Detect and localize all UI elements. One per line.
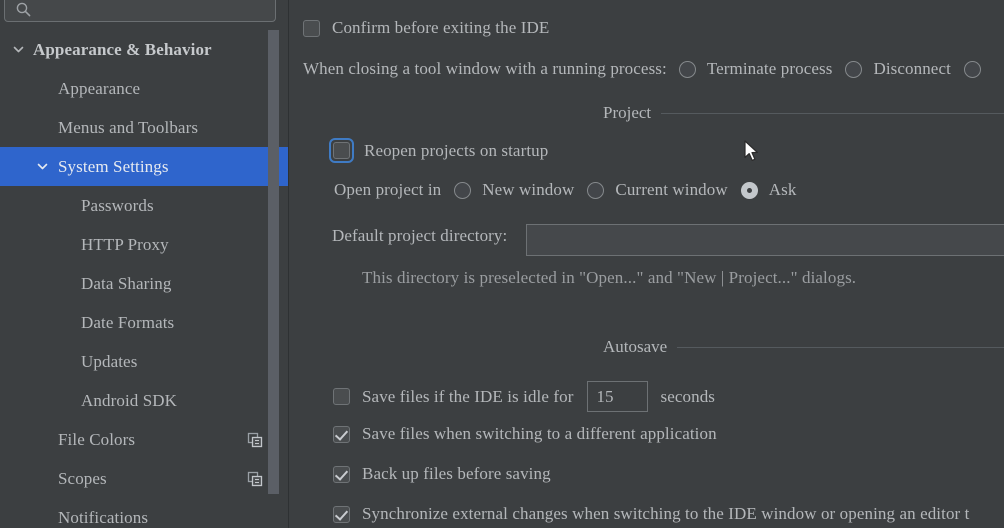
confirm-exit-checkbox[interactable] bbox=[303, 19, 320, 37]
current-window-label: Current window bbox=[615, 180, 728, 199]
terminate-process-radio[interactable] bbox=[678, 60, 696, 78]
section-rule bbox=[677, 346, 1004, 348]
sidebar-item-notifications[interactable]: Notifications bbox=[0, 498, 289, 528]
sidebar-item-system-settings[interactable]: System Settings bbox=[0, 147, 289, 186]
search-input[interactable] bbox=[39, 2, 269, 22]
save-on-switch-checkbox[interactable] bbox=[333, 425, 350, 443]
sidebar-item-label: HTTP Proxy bbox=[81, 234, 169, 254]
default-directory-label: Default project directory: bbox=[332, 226, 508, 245]
confirm-exit-row[interactable]: Confirm before exiting the IDE bbox=[303, 18, 549, 38]
sidebar-item-label: Data Sharing bbox=[81, 273, 172, 293]
settings-main-panel: Confirm before exiting the IDE When clos… bbox=[289, 0, 1004, 528]
idle-save-checkbox[interactable] bbox=[333, 388, 350, 405]
settings-tree: Appearance & Behavior Appearance Menus a… bbox=[0, 30, 289, 528]
settings-dialog: Appearance & Behavior Appearance Menus a… bbox=[0, 0, 1004, 528]
closing-tool-window-label: When closing a tool window with a runnin… bbox=[303, 59, 667, 78]
save-on-switch-label: Save files when switching to a different… bbox=[362, 424, 717, 443]
sidebar-item-menus-and-toolbars[interactable]: Menus and Toolbars bbox=[0, 108, 289, 147]
sidebar-item-label: Scopes bbox=[58, 468, 107, 488]
sidebar-item-android-sdk[interactable]: Android SDK bbox=[0, 381, 289, 420]
reopen-projects-checkbox[interactable] bbox=[333, 142, 350, 159]
sidebar-item-label: Appearance & Behavior bbox=[33, 39, 212, 59]
autosave-section-header: Autosave bbox=[603, 337, 1004, 357]
duplicate-icon[interactable] bbox=[247, 432, 263, 448]
section-rule bbox=[661, 112, 1004, 114]
mouse-cursor bbox=[744, 140, 760, 163]
ask-label: Ask bbox=[768, 180, 797, 199]
sync-external-changes-row[interactable]: Synchronize external changes when switch… bbox=[333, 504, 970, 524]
default-directory-hint-row: This directory is preselected in "Open..… bbox=[362, 268, 856, 288]
settings-sidebar: Appearance & Behavior Appearance Menus a… bbox=[0, 0, 289, 528]
closing-tool-window-row: When closing a tool window with a runnin… bbox=[303, 59, 981, 79]
project-section-title: Project bbox=[603, 103, 652, 122]
ask-radio[interactable] bbox=[740, 181, 758, 199]
disconnect-label: Disconnect bbox=[873, 59, 951, 78]
sidebar-item-label: System Settings bbox=[58, 156, 169, 176]
sidebar-item-date-formats[interactable]: Date Formats bbox=[0, 303, 289, 342]
sidebar-item-label: Passwords bbox=[81, 195, 154, 215]
chevron-down-icon[interactable] bbox=[11, 43, 25, 57]
disconnect-radio[interactable] bbox=[845, 60, 863, 78]
duplicate-icon[interactable] bbox=[247, 471, 263, 487]
third-option-radio-clipped[interactable] bbox=[963, 60, 981, 78]
idle-save-label-before: Save files if the IDE is idle for bbox=[362, 386, 574, 406]
sidebar-item-appearance-and-behavior[interactable]: Appearance & Behavior bbox=[0, 30, 289, 69]
sidebar-item-passwords[interactable]: Passwords bbox=[0, 186, 289, 225]
idle-save-label-after: seconds bbox=[660, 386, 716, 406]
open-project-in-label: Open project in bbox=[334, 180, 442, 199]
reopen-projects-focus-ring[interactable] bbox=[329, 138, 354, 163]
sync-external-changes-checkbox[interactable] bbox=[333, 505, 350, 523]
save-on-switch-row[interactable]: Save files when switching to a different… bbox=[333, 424, 717, 444]
backup-files-label: Back up files before saving bbox=[362, 464, 551, 483]
sidebar-item-updates[interactable]: Updates bbox=[0, 342, 289, 381]
sidebar-item-http-proxy[interactable]: HTTP Proxy bbox=[0, 225, 289, 264]
sidebar-item-data-sharing[interactable]: Data Sharing bbox=[0, 264, 289, 303]
chevron-down-icon[interactable] bbox=[35, 160, 49, 174]
sidebar-item-label: File Colors bbox=[58, 429, 136, 449]
open-project-in-row: Open project in New window Current windo… bbox=[334, 180, 796, 200]
sync-external-changes-label: Synchronize external changes when switch… bbox=[362, 504, 970, 523]
search-icon bbox=[16, 2, 31, 17]
sidebar-item-file-colors[interactable]: File Colors bbox=[0, 420, 289, 459]
idle-save-row[interactable]: Save files if the IDE is idle for 15 sec… bbox=[333, 381, 715, 412]
reopen-projects-row[interactable]: Reopen projects on startup bbox=[329, 138, 548, 163]
default-directory-input[interactable] bbox=[526, 224, 1004, 256]
reopen-projects-label: Reopen projects on startup bbox=[364, 140, 549, 160]
idle-save-seconds-input[interactable]: 15 bbox=[586, 381, 648, 412]
new-window-radio[interactable] bbox=[454, 181, 472, 199]
backup-files-row[interactable]: Back up files before saving bbox=[333, 464, 551, 484]
sidebar-search-box[interactable] bbox=[4, 0, 276, 22]
backup-files-checkbox[interactable] bbox=[333, 465, 350, 483]
sidebar-item-label: Appearance bbox=[58, 78, 141, 98]
project-section-header: Project bbox=[603, 103, 1004, 123]
sidebar-item-label: Menus and Toolbars bbox=[58, 117, 199, 137]
confirm-exit-label: Confirm before exiting the IDE bbox=[332, 18, 550, 37]
sidebar-item-label: Android SDK bbox=[81, 390, 178, 410]
sidebar-item-label: Updates bbox=[81, 351, 138, 371]
sidebar-scrollbar-thumb[interactable] bbox=[268, 30, 279, 494]
default-directory-row: Default project directory: bbox=[332, 226, 507, 246]
default-directory-hint: This directory is preselected in "Open..… bbox=[362, 268, 857, 287]
autosave-section-title: Autosave bbox=[603, 337, 668, 356]
new-window-label: New window bbox=[482, 180, 575, 199]
sidebar-item-appearance[interactable]: Appearance bbox=[0, 69, 289, 108]
sidebar-item-label: Notifications bbox=[58, 507, 149, 527]
sidebar-item-label: Date Formats bbox=[81, 312, 175, 332]
sidebar-item-scopes[interactable]: Scopes bbox=[0, 459, 289, 498]
current-window-radio[interactable] bbox=[587, 181, 605, 199]
terminate-process-label: Terminate process bbox=[706, 59, 833, 78]
